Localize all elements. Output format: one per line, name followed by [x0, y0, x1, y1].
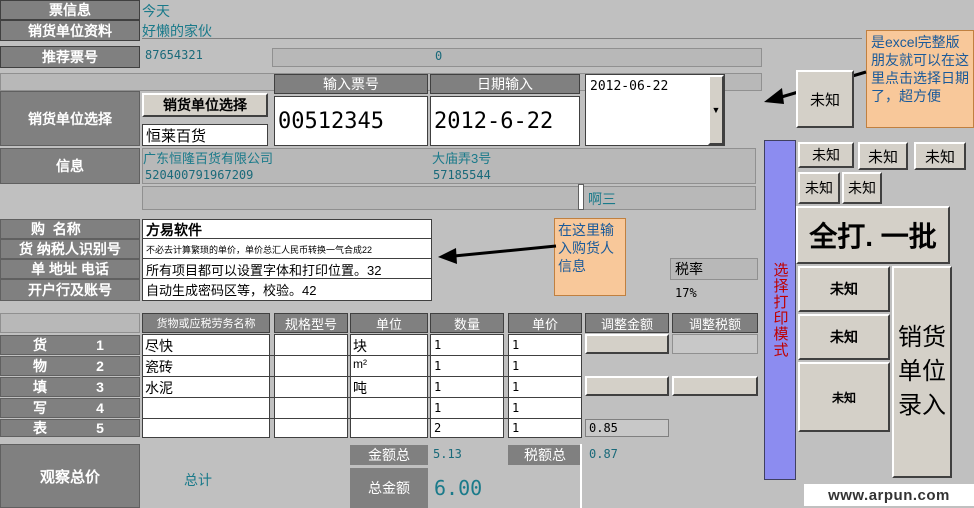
print-mode-bar[interactable]: 选择打印模式	[764, 140, 796, 480]
total-label: 总计	[184, 472, 212, 488]
grand-total-value: 6.00	[434, 476, 483, 500]
seller-select-button[interactable]: 销货单位选择	[142, 93, 268, 117]
amount-total-value: 5.13	[433, 447, 462, 461]
observe-total-label: 观察总价	[0, 444, 140, 508]
seller-info-value: 好懒的家伙	[142, 21, 862, 39]
tip-note-date: 是excel完整版朋友就可以在这里点击选择日期了，超方便	[866, 30, 974, 128]
unknown-stack-button-3[interactable]: 未知	[798, 362, 890, 432]
cell-name-3[interactable]: 水泥	[145, 378, 265, 396]
unknown-button-1[interactable]: 未知	[798, 142, 854, 168]
amount-total-label: 金额总	[350, 445, 428, 465]
info-extra: 啊三	[588, 191, 616, 207]
adj-tax-3[interactable]	[672, 376, 758, 396]
row-label-1: 货1	[0, 335, 140, 355]
cell-price-1[interactable]: 1	[509, 338, 579, 354]
grand-total-label: 总金额	[350, 468, 428, 508]
ticket-no-input[interactable]: 00512345	[274, 96, 428, 146]
watermark-logo: www.arpun.com	[804, 484, 974, 506]
recommend-label: 推荐票号	[0, 46, 140, 68]
adj-amount-3[interactable]	[585, 376, 669, 396]
info-address: 大庙弄3号	[432, 151, 492, 166]
date-dropdown[interactable]: 2012-06-22 ▼	[585, 74, 725, 146]
buyer-name-label: 购 名称	[0, 219, 140, 239]
cell-qty-1[interactable]: 1	[431, 338, 501, 354]
unknown-stack-button-1[interactable]: 未知	[798, 266, 890, 312]
cell-name-2[interactable]: 瓷砖	[145, 357, 265, 375]
cell-unit-3[interactable]: 吨	[353, 378, 423, 396]
buyer-address-label: 单 地址 电话	[0, 259, 140, 279]
ticket-info-label: 票信息	[0, 0, 140, 20]
buyer-bank-label: 开户行及账号	[0, 279, 140, 301]
cell-unit-1[interactable]: 块	[353, 336, 423, 354]
tax-rate-value[interactable]: 17%	[672, 284, 758, 302]
info-phone: 57185544	[433, 168, 491, 182]
unknown-stack-button-2[interactable]: 未知	[798, 314, 890, 360]
buyer-address-field[interactable]: 所有项目都可以设置字体和打印位置。32	[143, 260, 431, 279]
recommend-value2: 0	[435, 49, 443, 63]
col-header-spec: 规格型号	[274, 313, 348, 333]
buyer-taxid-field[interactable]: 不必去计算繁琐的单价，单价总汇人民币转换一气合成22	[143, 240, 431, 259]
tax-rate-label: 税率	[670, 258, 758, 280]
col-header-adj-amount: 调整金额	[585, 313, 669, 333]
cell-qty-4[interactable]: 1	[431, 401, 501, 417]
recommend-value: 87654321	[145, 48, 203, 62]
unknown-button-4[interactable]: 未知	[798, 172, 840, 204]
seller-select-label: 销货单位选择	[0, 91, 140, 146]
seller-selected-field[interactable]: 恒莱百货	[142, 124, 268, 146]
cell-price-2[interactable]: 1	[509, 359, 579, 375]
unknown-button-2[interactable]: 未知	[858, 142, 908, 170]
row-label-4: 写4	[0, 398, 140, 418]
unknown-button-3[interactable]: 未知	[914, 142, 966, 170]
info-label: 信息	[0, 148, 140, 184]
info-company: 广东恒隆百货有限公司	[143, 151, 274, 166]
col-header-unit: 单位	[350, 313, 428, 333]
dropdown-arrow-icon[interactable]: ▼	[708, 75, 724, 145]
info-taxid: 520400791967209	[145, 168, 254, 182]
row-label-2: 物2	[0, 356, 140, 376]
cell-price-3[interactable]: 1	[509, 380, 579, 396]
cell-price-5[interactable]: 1	[509, 421, 579, 437]
unknown-button-top[interactable]: 未知	[796, 70, 854, 128]
adj-amount-5[interactable]: 0.85	[585, 419, 669, 437]
adj-tax-1[interactable]	[672, 334, 758, 354]
date-input[interactable]: 2012-6-22	[430, 96, 580, 146]
date-header: 日期输入	[430, 74, 580, 94]
col-header-price: 单价	[508, 313, 582, 333]
col-header-qty: 数量	[430, 313, 504, 333]
cell-unit-2[interactable]: m²	[353, 357, 423, 375]
ticket-no-header: 输入票号	[274, 74, 428, 94]
buyer-taxid-label: 货 纳税人识别号	[0, 239, 140, 259]
adj-amount-1[interactable]	[585, 334, 669, 354]
tax-total-label: 税额总	[508, 445, 582, 465]
date-dropdown-value: 2012-06-22	[590, 79, 669, 94]
seller-entry-button[interactable]: 销货单位录入	[892, 266, 952, 478]
cell-price-4[interactable]: 1	[509, 401, 579, 417]
split-handle[interactable]	[578, 184, 584, 210]
row-label-3: 填3	[0, 377, 140, 397]
print-mode-label: 选择打印模式	[771, 262, 789, 358]
print-all-button[interactable]: 全打. 一批	[796, 206, 950, 264]
cell-name-1[interactable]: 尽快	[145, 336, 265, 354]
unknown-button-5[interactable]: 未知	[842, 172, 882, 204]
cell-qty-2[interactable]: 1	[431, 359, 501, 375]
seller-info-label: 销货单位资料	[0, 20, 140, 41]
cell-qty-3[interactable]: 1	[431, 380, 501, 396]
buyer-name-field[interactable]: 方易软件	[143, 220, 431, 239]
arrow-icon	[438, 244, 557, 264]
tip-note-buyer: 在这里输入购货人信息	[554, 218, 626, 296]
col-header-name: 货物或应税劳务名称	[142, 313, 270, 333]
tax-total-value: 0.87	[589, 447, 618, 461]
buyer-bank-field[interactable]: 自动生成密码区等，校验。42	[143, 280, 431, 300]
row-label-5: 表5	[0, 419, 140, 437]
ticket-info-value: 今天	[142, 3, 170, 19]
col-header-adj-tax: 调整税额	[672, 313, 758, 333]
cell-qty-5[interactable]: 2	[431, 421, 501, 437]
